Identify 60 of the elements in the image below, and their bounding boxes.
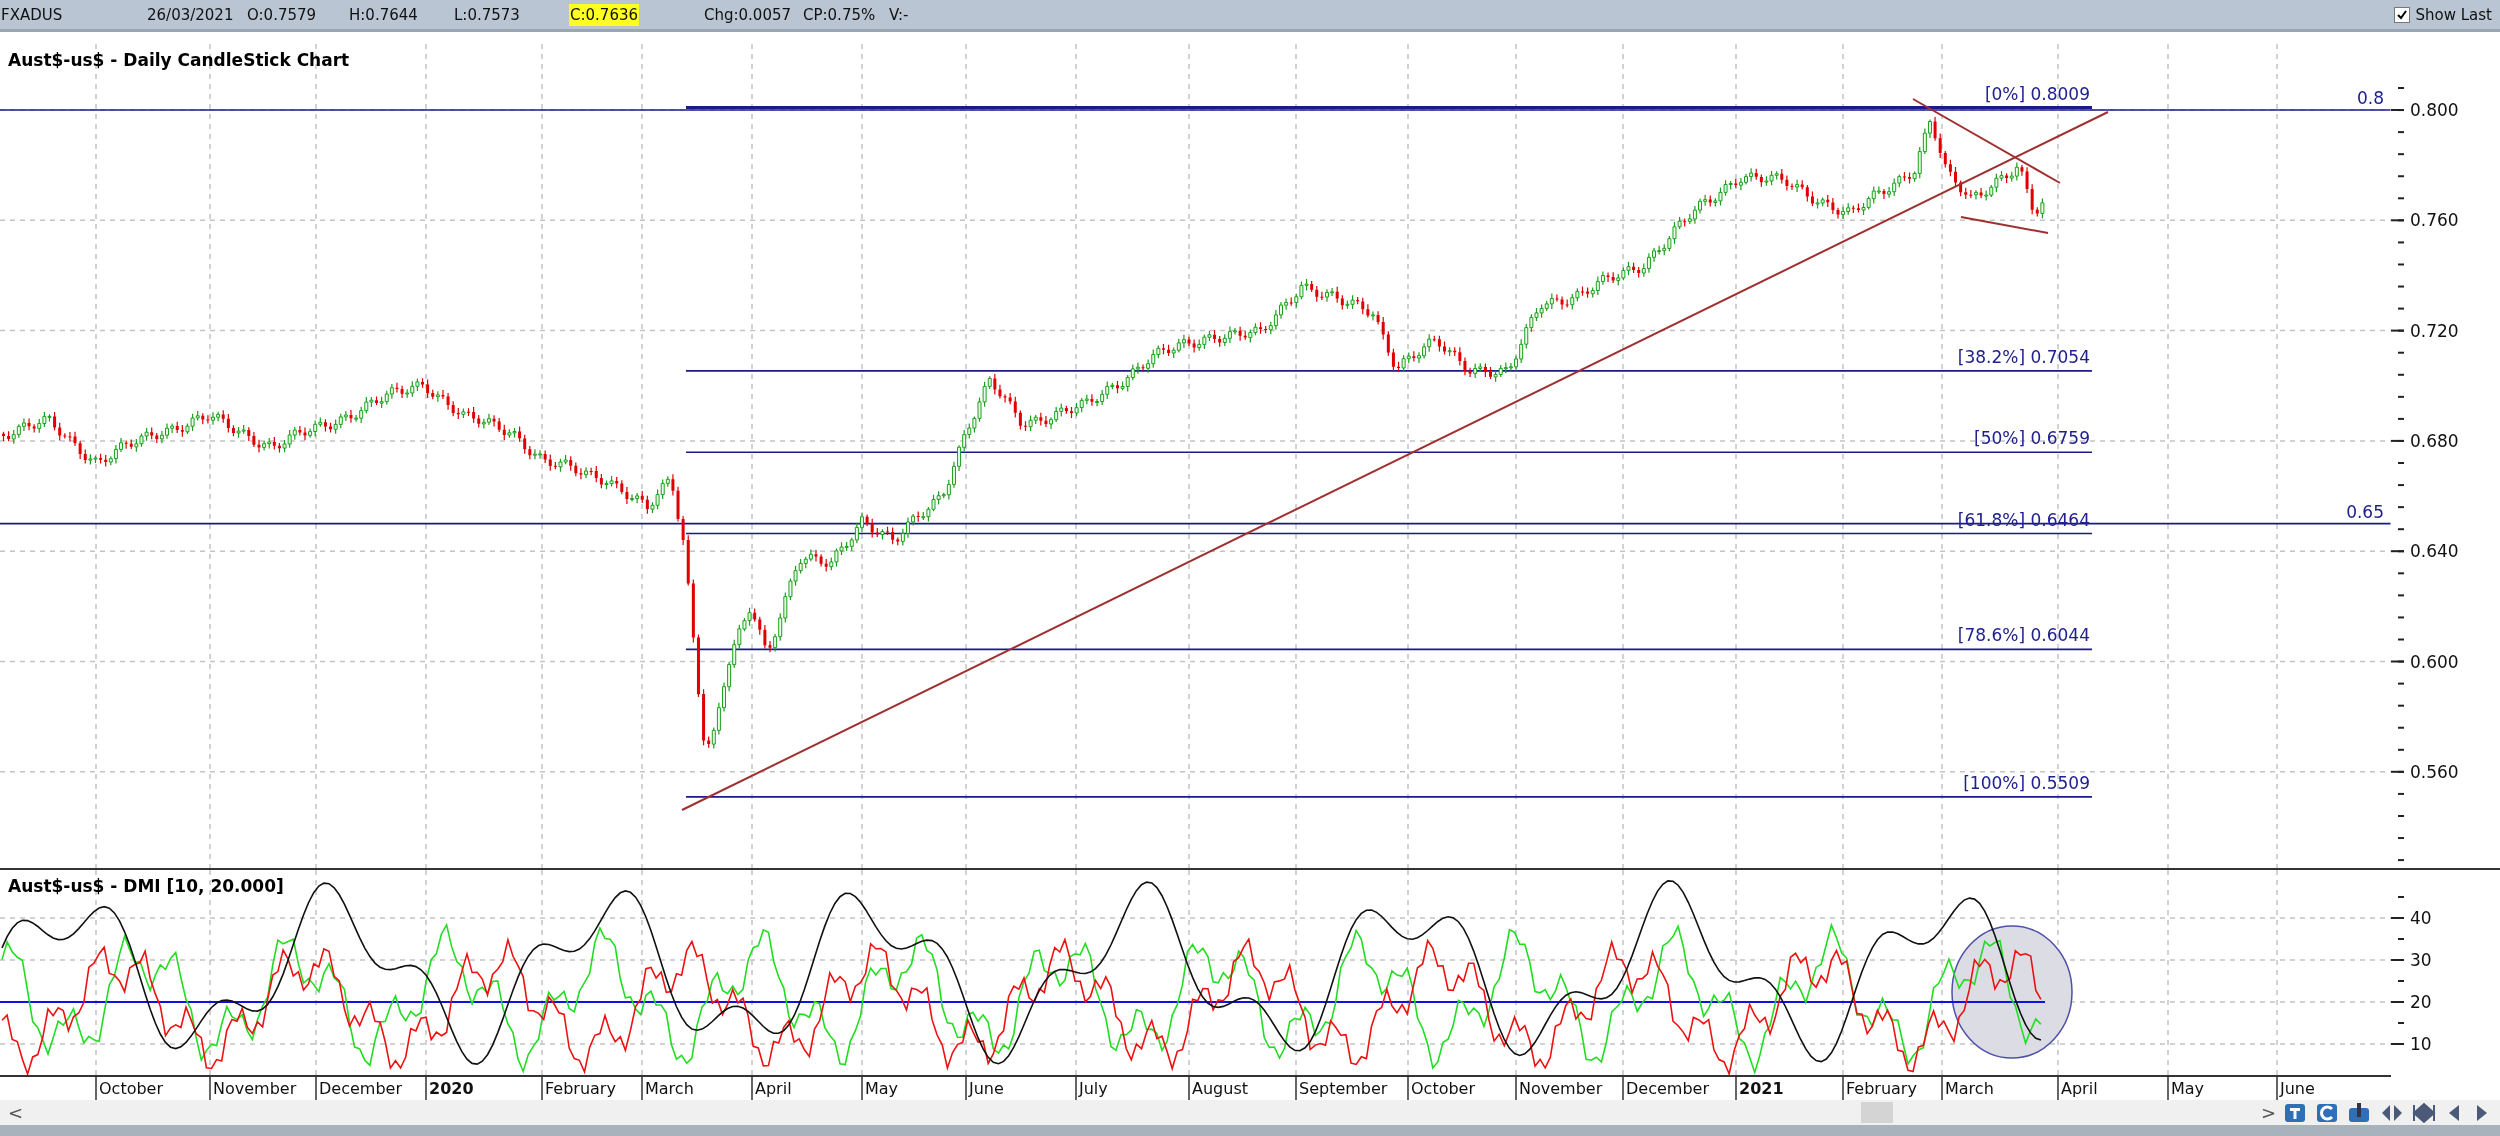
date-axis-label: September (1299, 1079, 1388, 1098)
date-axis-label: August (1192, 1079, 1248, 1098)
bar-tool-icon[interactable] (2348, 1101, 2372, 1124)
chart-title: Aust$-us$ - Daily CandleStick Chart (8, 50, 350, 70)
price-axis-label: 0.800 (2410, 100, 2459, 120)
price-axis-label: 0.640 (2410, 541, 2459, 562)
scroll-bar[interactable]: < > (0, 1100, 2500, 1125)
open-price: O:0.7579 (246, 4, 318, 26)
date-axis-label: October (99, 1079, 164, 1098)
volume-value: V:- (888, 4, 910, 26)
text-tool-icon[interactable] (2284, 1101, 2308, 1124)
date-axis-label: June (2280, 1079, 2315, 1098)
fib-level-label: [78.6%] 0.6044 (1957, 625, 2090, 646)
cursor-tool-icon[interactable] (2316, 1101, 2340, 1124)
checkbox[interactable] (2393, 6, 2410, 23)
date-axis-label: November (213, 1079, 297, 1098)
date-axis-label: 2020 (429, 1079, 474, 1098)
fib-level-label: [38.2%] 0.7054 (1957, 346, 2090, 367)
low-price: L:0.7573 (453, 4, 521, 26)
high-price: H:0.7644 (348, 4, 419, 26)
show-last-checkbox[interactable]: Show Last (2393, 5, 2500, 24)
date-axis-label: December (1626, 1079, 1709, 1098)
dmi-axis-label: 40 (2410, 908, 2432, 928)
scroll-right-button[interactable]: > (2252, 1100, 2284, 1125)
fib-level-label: [50%] 0.6759 (1974, 428, 2090, 449)
price-axis-label: 0.760 (2410, 210, 2459, 231)
dmi-axis-label: 10 (2410, 1034, 2432, 1054)
date-axis-label: April (2061, 1079, 2098, 1098)
date-axis-label: October (1411, 1079, 1476, 1098)
scroll-left-button[interactable]: < (0, 1100, 32, 1125)
fit-icon[interactable] (2412, 1101, 2436, 1124)
line-label: 0.8 (2356, 88, 2384, 108)
scroll-thumb[interactable] (1861, 1102, 1894, 1123)
date-axis-label: May (865, 1079, 899, 1098)
date-axis-label: May (2171, 1079, 2205, 1098)
chart-title: Aust$-us$ - DMI [10, 20.000] (8, 876, 284, 896)
dmi-axis-label: 20 (2410, 992, 2432, 1012)
fib-level-label: [0%] 0.8009 (1984, 83, 2090, 104)
date-axis-label: 2021 (1739, 1079, 1784, 1098)
price-axis-label: 0.680 (2410, 430, 2459, 451)
date-axis-label: March (645, 1079, 694, 1098)
price-axis-label: 0.560 (2410, 761, 2459, 782)
price-axis-label: 0.720 (2410, 320, 2459, 341)
date-axis-label: November (1519, 1079, 1603, 1098)
date-axis-label: June (969, 1079, 1004, 1098)
price-axis-label: 0.600 (2410, 651, 2459, 672)
date-axis-label: February (1846, 1079, 1917, 1098)
date-axis-label: December (319, 1079, 402, 1098)
date-axis-label: July (1079, 1079, 1108, 1098)
date-axis-label: April (755, 1079, 792, 1098)
date-label: 26/03/2021 (146, 4, 235, 26)
fib-level-label: [100%] 0.5509 (1963, 772, 2090, 793)
change-percent: CP:0.75% (802, 4, 877, 26)
change-value: Chg:0.0057 (703, 4, 793, 26)
symbol-label: FXADUS (0, 4, 64, 26)
date-axis-label: March (1945, 1079, 1994, 1098)
dmi-axis-label: 30 (2410, 950, 2432, 970)
date-axis-label: February (545, 1079, 616, 1098)
close-price: C:0.7636 (569, 3, 639, 26)
line-label: 0.65 (2346, 501, 2384, 522)
